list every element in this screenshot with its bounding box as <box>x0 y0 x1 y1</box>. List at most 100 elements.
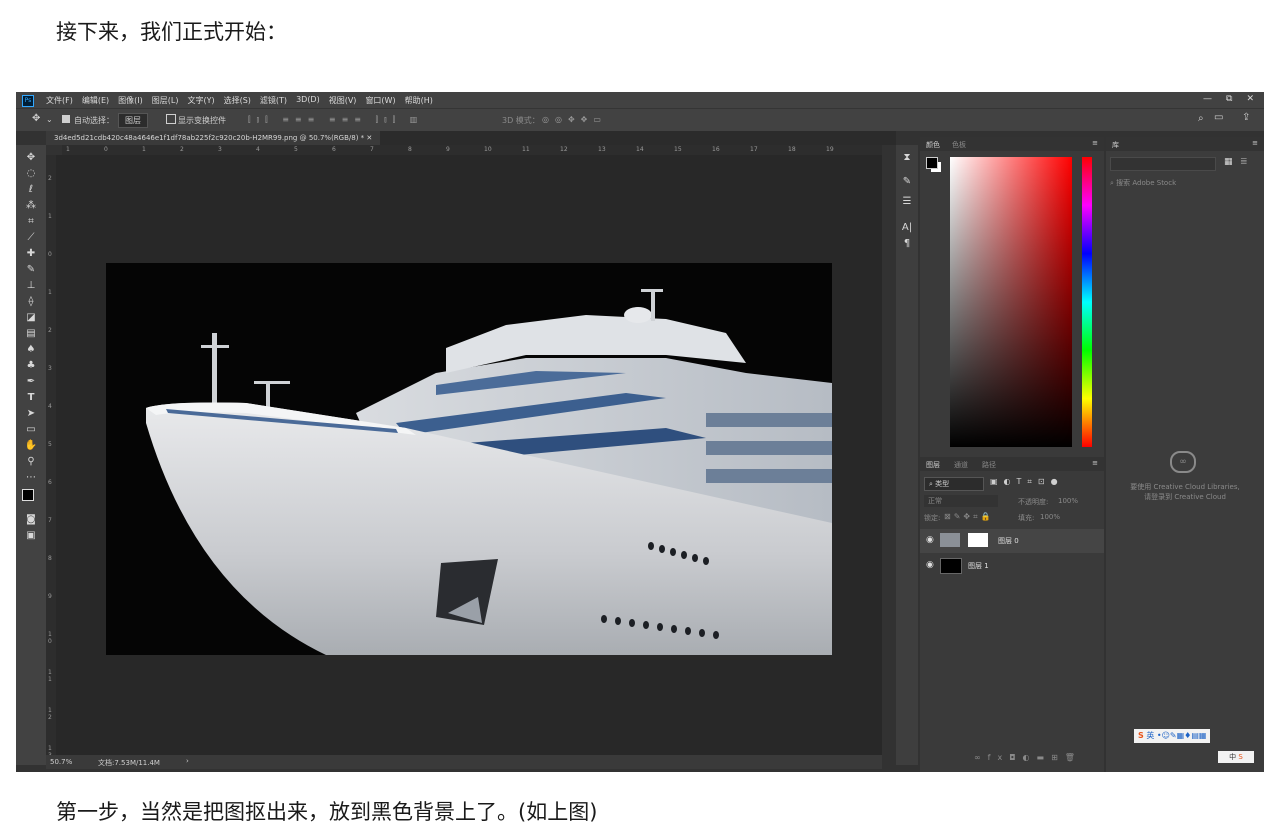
menu-item[interactable]: 窗口(W) <box>365 95 395 106</box>
menu-item[interactable]: 文字(Y) <box>187 95 214 106</box>
tab-layers[interactable]: 图层 <box>926 460 940 470</box>
ruler-tick-label: 1 0 <box>48 631 52 645</box>
ruler-tick-label: 9 <box>48 593 52 600</box>
move-tool-icon[interactable]: ✥ <box>22 151 40 165</box>
layer-row[interactable]: ◉ 图层 0 <box>920 529 1104 553</box>
ime-tool-icons[interactable]: •☺✎▦♦▤▦ <box>1157 731 1207 740</box>
brush-tool-icon[interactable]: ✎ <box>22 263 40 277</box>
clone-stamp-icon[interactable]: ⊥ <box>22 279 40 293</box>
align-icons[interactable]: ⫿⫾⫿ ≡≡≡ ≡≡≡ ⫿⫾⫿ ▥ <box>248 115 423 125</box>
tab-color[interactable]: 颜色 <box>926 140 940 150</box>
menu-item[interactable]: 视图(V) <box>329 95 357 106</box>
opacity-value[interactable]: 100% <box>1058 497 1078 505</box>
fill-value[interactable]: 100% <box>1040 513 1060 521</box>
color-picker-field[interactable] <box>950 157 1072 447</box>
workspace-icon[interactable]: ▭ <box>1214 112 1223 123</box>
marquee-tool-icon[interactable]: ◌ <box>22 167 40 181</box>
history-brush-icon[interactable]: ⟠ <box>22 295 40 309</box>
eyedropper-icon[interactable]: ⟋ <box>22 231 40 245</box>
dodge-tool-icon[interactable]: ♣ <box>22 359 40 373</box>
library-message-2[interactable]: 请登录到 Creative Cloud <box>1106 492 1264 502</box>
layer-name[interactable]: 图层 0 <box>998 536 1019 546</box>
move-tool-icon[interactable]: ✥ <box>32 113 40 124</box>
crop-tool-icon[interactable]: ⌗ <box>22 215 40 229</box>
foreground-color-swatch[interactable] <box>22 489 34 501</box>
document-canvas[interactable] <box>106 263 832 655</box>
menu-item[interactable]: 图层(L) <box>152 95 179 106</box>
rectangle-tool-icon[interactable]: ▭ <box>22 423 40 437</box>
zoom-level[interactable]: 50.7% <box>50 758 72 766</box>
status-arrow[interactable]: › <box>186 757 189 765</box>
panel-menu-icon[interactable]: ≡ <box>1092 459 1098 467</box>
pen-tool-icon[interactable]: ✒ <box>22 375 40 389</box>
show-transform-checkbox[interactable] <box>166 114 176 124</box>
layer-thumbnail <box>940 533 960 547</box>
more-tools-icon[interactable]: ⋯ <box>22 471 40 485</box>
layer-actions[interactable]: ∞fx◘◐▬⊞🗑 <box>974 753 1082 762</box>
screen-mode-icon[interactable]: ▣ <box>22 529 40 543</box>
layer-filter-icons[interactable]: ▣◐T⌗⊡● <box>990 477 1064 487</box>
layer-name[interactable]: 图层 1 <box>968 561 989 571</box>
auto-select-dropdown[interactable]: 图层 <box>118 113 148 128</box>
ime-mini-bar[interactable]: 中 S <box>1218 751 1254 763</box>
chevron-down-icon[interactable]: ⌄ <box>46 115 53 124</box>
quick-mask-icon[interactable]: ◙ <box>22 513 40 527</box>
menu-item[interactable]: 3D(D) <box>296 95 320 106</box>
paragraph-panel-icon[interactable]: ¶ <box>898 237 916 251</box>
eraser-icon[interactable]: ◪ <box>22 311 40 325</box>
lock-icons[interactable]: ⊠✎✥⌗🔒 <box>944 512 994 522</box>
caption-text: 第一步，当然是把图抠出来，放到黑色背景上了。(如上图) <box>56 800 598 824</box>
3d-mode-icons[interactable]: ◎◎✥✥▭ <box>542 115 607 124</box>
library-dropdown[interactable] <box>1110 157 1216 171</box>
ruler-tick-label: 15 <box>674 146 682 153</box>
tab-swatches[interactable]: 色板 <box>952 140 966 150</box>
status-bar: 50.7% 文档:7.53M/11.4M › <box>46 755 882 769</box>
stock-search-input[interactable]: ⌕ 搜索 Adobe Stock <box>1110 177 1260 189</box>
menu-item[interactable]: 图像(I) <box>118 95 143 106</box>
search-icon[interactable]: ⌕ <box>1198 113 1204 124</box>
list-view-icon[interactable]: ≣ <box>1240 157 1248 167</box>
minimize-button[interactable]: — <box>1203 94 1212 104</box>
magic-wand-icon[interactable]: ⁂ <box>22 199 40 213</box>
character-panel-icon[interactable]: A| <box>898 221 916 235</box>
path-select-icon[interactable]: ➤ <box>22 407 40 421</box>
panel-menu-icon[interactable]: ≡ <box>1252 139 1258 147</box>
layer-filter-dropdown[interactable]: ⌕ 类型 <box>924 477 984 491</box>
close-button[interactable]: ✕ <box>1246 94 1254 104</box>
menu-item[interactable]: 滤镜(T) <box>260 95 287 106</box>
tab-paths[interactable]: 路径 <box>982 460 996 470</box>
layer-row[interactable]: ◉ 图层 1 <box>920 554 1104 578</box>
ime-toolbar[interactable]: S 英 •☺✎▦♦▤▦ <box>1134 729 1211 743</box>
layers-panel-header: 图层 通道 路径 ≡ <box>920 457 1104 471</box>
menu-item[interactable]: 选择(S) <box>224 95 251 106</box>
menu-item[interactable]: 文件(F) <box>46 95 73 106</box>
eye-icon[interactable]: ◉ <box>926 535 934 545</box>
gradient-tool-icon[interactable]: ▤ <box>22 327 40 341</box>
history-panel-icon[interactable]: ⧗ <box>898 151 916 165</box>
zoom-tool-icon[interactable]: ⚲ <box>22 455 40 469</box>
foreground-color-swatch[interactable] <box>926 157 938 169</box>
lasso-tool-icon[interactable]: ℓ <box>22 183 40 197</box>
share-icon[interactable]: ⇪ <box>1242 112 1250 123</box>
type-tool-icon[interactable]: T <box>22 391 40 405</box>
hand-tool-icon[interactable]: ✋ <box>22 439 40 453</box>
restore-button[interactable]: ⧉ <box>1226 94 1232 104</box>
tab-channels[interactable]: 通道 <box>954 460 968 470</box>
tab-libraries[interactable]: 库 <box>1112 140 1119 150</box>
brush-settings-icon[interactable]: ✎ <box>898 175 916 189</box>
eye-icon[interactable]: ◉ <box>926 560 934 570</box>
vertical-ruler: 2101234567891 01 11 21 3 <box>46 155 56 759</box>
menu-item[interactable]: 编辑(E) <box>82 95 109 106</box>
grid-view-icon[interactable]: ▦ <box>1224 157 1233 167</box>
blend-mode-dropdown[interactable]: 正常 <box>924 495 998 507</box>
ime-language[interactable]: 英 <box>1146 731 1154 740</box>
hue-slider[interactable] <box>1082 157 1092 447</box>
document-tab[interactable]: 3d4ed5d21cdb420c48a4646e1f1df78ab225f2c9… <box>46 131 381 145</box>
ruler-tick-label: 8 <box>48 555 52 562</box>
panel-menu-icon[interactable]: ≡ <box>1092 139 1098 147</box>
blur-tool-icon[interactable]: ♠ <box>22 343 40 357</box>
menu-item[interactable]: 帮助(H) <box>405 95 433 106</box>
healing-brush-icon[interactable]: ✚ <box>22 247 40 261</box>
adjustments-icon[interactable]: ☰ <box>898 195 916 209</box>
auto-select-checkbox[interactable] <box>62 115 70 123</box>
